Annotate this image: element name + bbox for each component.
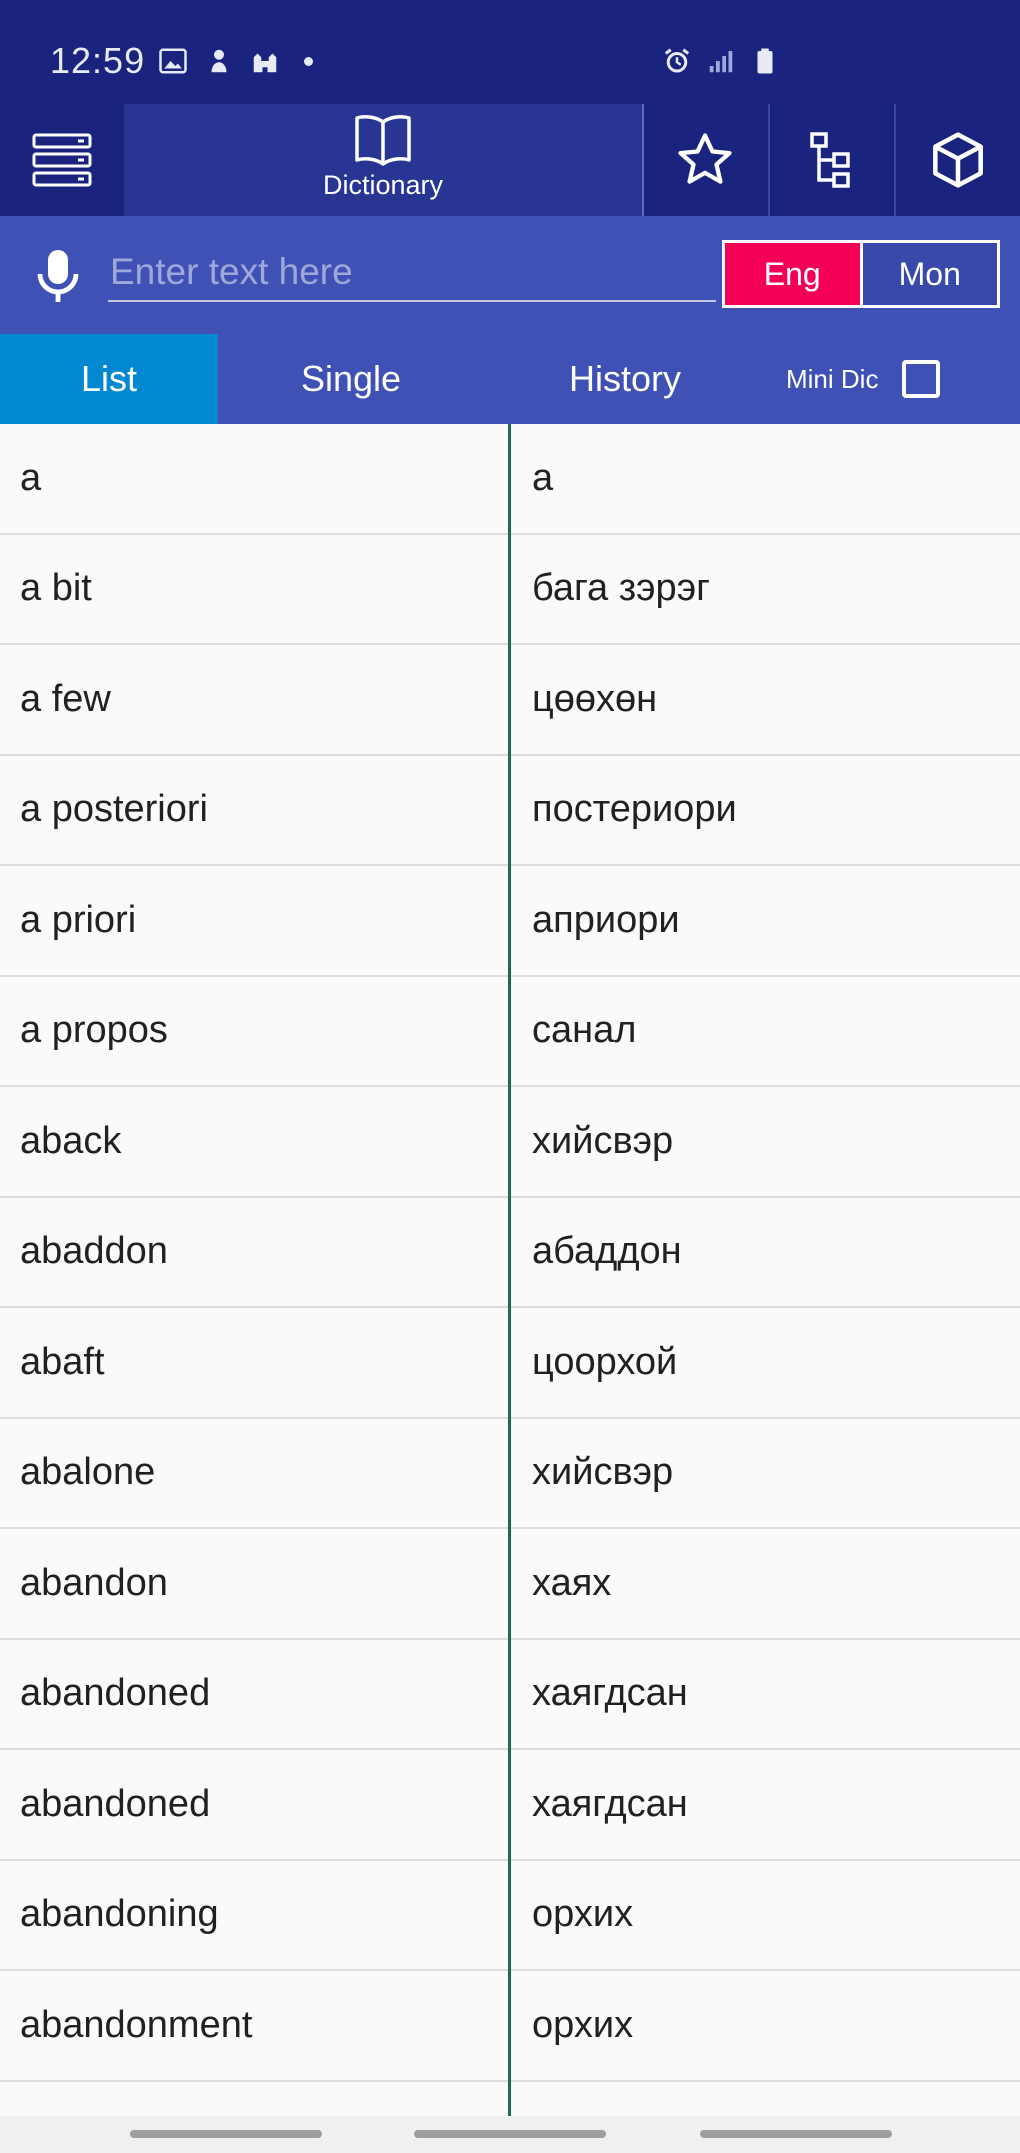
nav-back-button[interactable] [700,2130,892,2138]
mini-dic-checkbox[interactable] [902,360,941,398]
english-word: a bit [20,567,92,610]
mongolian-translation: цөөхөн [532,677,658,720]
image-icon [159,48,187,74]
status-system-icons [662,46,780,76]
tab-single[interactable]: Single [218,334,484,424]
mongolian-translation: орхих [532,1893,634,1936]
cube-icon [933,132,983,188]
castle-icon [253,53,277,73]
favorites-button[interactable] [644,104,766,216]
english-word: abandoning [20,1893,219,1936]
voice-input-button[interactable] [34,246,82,311]
english-word: a few [20,677,111,720]
mongolian-translation: априори [532,898,680,941]
mongolian-translation: санал [532,1009,637,1052]
english-word: abaft [20,1340,105,1383]
english-word: a priori [20,898,137,941]
system-navigation-bar [0,2116,1020,2153]
mongolian-translation: хаях [532,1561,612,1604]
tab-history[interactable]: History [484,334,766,424]
microphone-icon [37,250,79,302]
mongolian-translation: хаягдсан [532,1672,688,1715]
status-bar: 12:59 [0,0,1020,104]
status-notification-icons [158,46,313,76]
english-word: abandonment [20,2003,253,2046]
nav-home-button[interactable] [414,2130,606,2138]
english-word: aback [20,1119,122,1162]
top-toolbar: Dictionary [0,104,1020,216]
alarm-icon [664,48,690,73]
mongolian-translation: постериори [532,788,737,831]
english-word: abaddon [20,1230,168,1273]
battery-icon [757,48,773,74]
app-notification-icon [211,49,227,73]
mongolian-translation: хийсвэр [532,1119,674,1162]
english-word: abandoned [20,1782,211,1825]
mongolian-translation: цоорхой [532,1340,678,1383]
nav-recents-button[interactable] [130,2130,322,2138]
english-word: abalone [20,1451,156,1494]
mini-dic-toggle[interactable]: Mini Dic [786,334,941,424]
tree-structure-icon [810,132,850,188]
english-word: a posteriori [20,788,208,831]
english-word: a [20,456,42,499]
english-word: abandon [20,1561,168,1604]
mongolian-translation: хаягдсан [532,1782,688,1825]
menu-list-icon [32,133,92,187]
english-word: abandoned [20,1672,211,1715]
signal-icon [709,51,733,73]
more-notifications-dot [304,56,313,66]
hierarchy-button[interactable] [770,104,892,216]
cube-button[interactable] [896,104,1020,216]
mongolian-translation: орхих [532,2003,634,2046]
word-list[interactable]: a а a bit бага зэрэг a few цөөхөн a posteri… [0,424,1020,2116]
mongolian-translation: бага зэрэг [532,567,710,610]
book-icon [355,115,411,166]
tab-dictionary-label: Dictionary [322,170,444,200]
english-word: a propos [20,1009,168,1052]
lang-mon-button[interactable]: Mon [862,243,997,305]
tab-dictionary[interactable]: Dictionary [124,104,644,216]
menu-button[interactable] [0,104,124,216]
mongolian-translation: а [532,456,554,499]
mongolian-translation: хийсвэр [532,1451,674,1494]
search-bar: Eng Mon [0,216,1020,334]
status-time: 12:59 [50,40,146,81]
column-divider [508,424,511,2116]
star-icon [678,133,732,184]
language-toggle: Eng Mon [722,240,1000,308]
search-input[interactable] [108,244,716,302]
lang-eng-button[interactable]: Eng [725,243,863,305]
mini-dic-label: Mini Dic [786,363,879,394]
mongolian-translation: абаддон [532,1230,682,1273]
view-tabs: List Single History Mini Dic [0,334,1020,424]
tab-list[interactable]: List [0,334,218,424]
